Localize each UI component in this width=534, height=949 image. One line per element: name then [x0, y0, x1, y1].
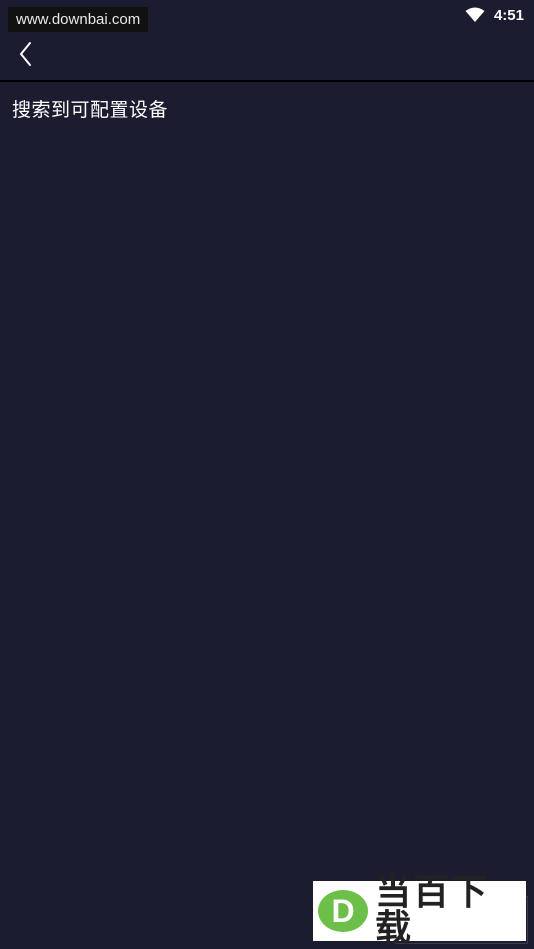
wifi-icon [465, 7, 485, 23]
clock: 4:51 [493, 6, 524, 24]
section-title: 搜索到可配置设备 [12, 99, 169, 121]
status-icons: 4:51 [465, 4, 524, 26]
logo-text: 当百下载 [375, 872, 490, 949]
chevron-left-icon [18, 41, 34, 71]
logo-mark-letter: D [331, 893, 354, 929]
logo-d-icon: D [317, 889, 369, 933]
app-bar-divider [0, 80, 534, 82]
site-logo-watermark: D 当百下载 [313, 875, 526, 947]
status-bar: www.downbai.com 4:51 [0, 0, 534, 32]
watermark-url: www.downbai.com [8, 7, 149, 32]
app-bar [0, 32, 534, 80]
back-button[interactable] [8, 38, 44, 74]
